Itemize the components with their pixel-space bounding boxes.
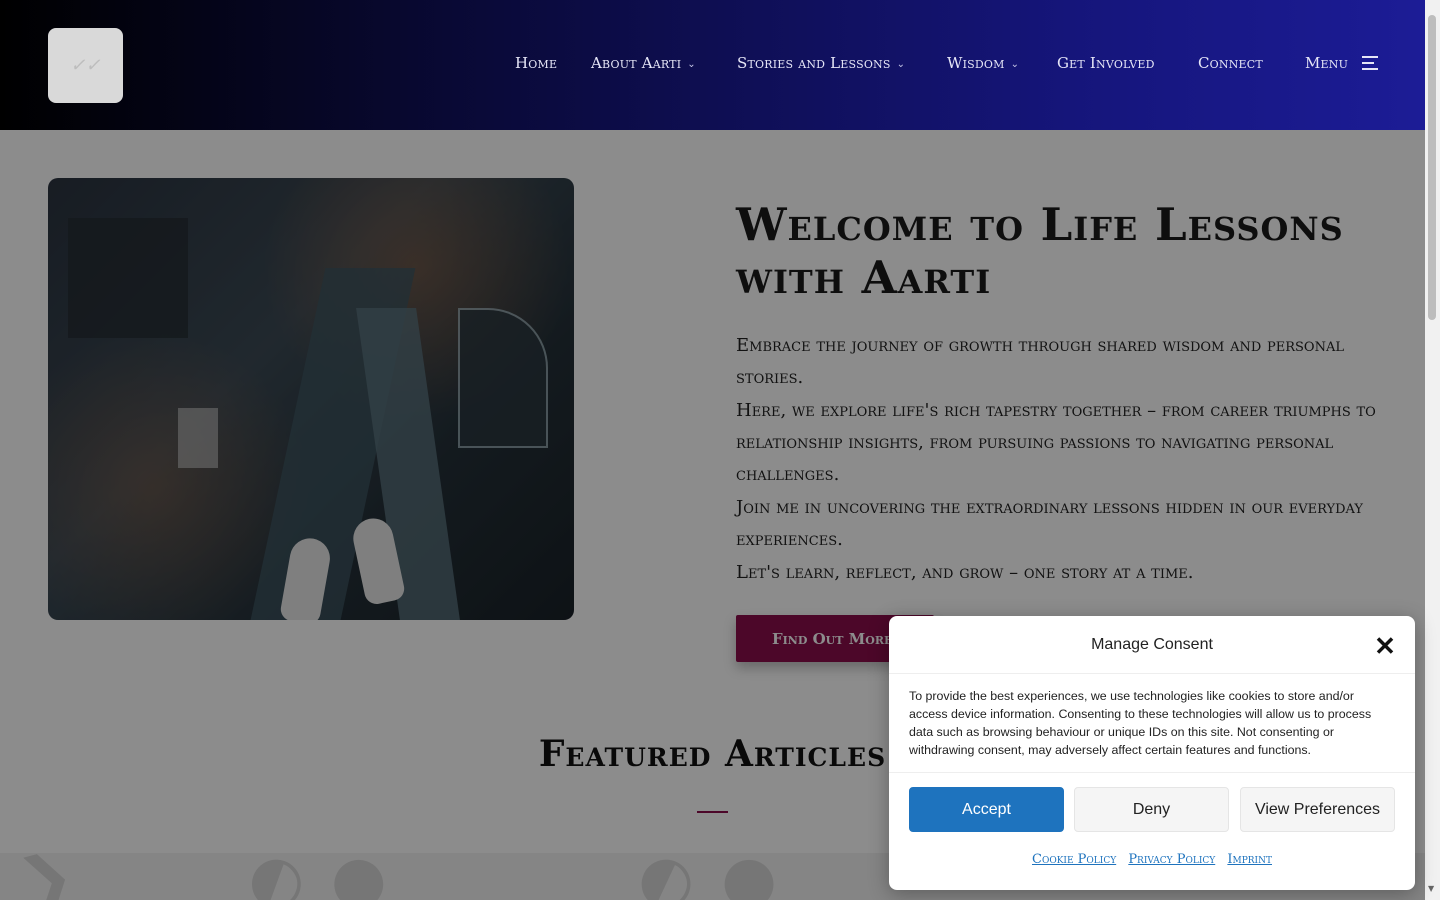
nav-item-wisdom[interactable]: Wisdom ⌄ [947, 54, 1019, 72]
consent-message: To provide the best experiences, we use … [909, 689, 1372, 757]
nav-item-home[interactable]: Home [515, 54, 557, 72]
chevron-down-icon: ⌄ [687, 58, 696, 70]
main-navigation: Home About Aarti ⌄ Stories and Lessons ⌄ W… [0, 0, 1425, 130]
scrollbar-thumb[interactable] [1428, 15, 1436, 320]
nav-label-about: About Aarti [591, 54, 682, 72]
nav-label-home: Home [515, 54, 558, 72]
nav-label-menu: Menu [1305, 54, 1349, 72]
menu-toggle[interactable]: Menu [1305, 54, 1379, 72]
deny-button[interactable]: Deny [1074, 787, 1229, 832]
scroll-down-arrow-icon[interactable]: ▼ [1428, 884, 1434, 893]
consent-links: Cookie Policy Privacy Policy Imprint [889, 852, 1415, 867]
nav-label-stories: Stories and Lessons [737, 54, 891, 72]
accept-button[interactable]: Accept [909, 787, 1064, 832]
privacy-policy-link[interactable]: Privacy Policy [1128, 852, 1215, 867]
consent-dialog: Manage Consent ✕ To provide the best exp… [889, 616, 1415, 890]
divider [889, 772, 1415, 773]
chevron-down-icon: ⌄ [1010, 58, 1020, 70]
hamburger-icon [1362, 56, 1379, 70]
divider [889, 673, 1415, 674]
site-header: ✓✓ Home About Aarti ⌄ Stories and Lessons… [0, 0, 1425, 130]
consent-title: Manage Consent [1091, 636, 1213, 653]
view-preferences-button[interactable]: View Preferences [1240, 787, 1395, 832]
nav-item-get-involved[interactable]: Get Involved [1057, 54, 1155, 72]
nav-item-connect[interactable]: Connect [1198, 54, 1263, 72]
close-icon[interactable]: ✕ [1373, 633, 1397, 659]
nav-label-wisdom: Wisdom [947, 54, 1005, 72]
chevron-down-icon: ⌄ [896, 58, 906, 70]
nav-label-connect: Connect [1198, 54, 1263, 72]
nav-item-stories[interactable]: Stories and Lessons ⌄ [737, 54, 905, 72]
nav-label-get-involved: Get Involved [1057, 54, 1155, 72]
nav-item-about[interactable]: About Aarti ⌄ [591, 54, 696, 72]
cookie-policy-link[interactable]: Cookie Policy [1032, 852, 1116, 867]
imprint-link[interactable]: Imprint [1227, 852, 1272, 867]
